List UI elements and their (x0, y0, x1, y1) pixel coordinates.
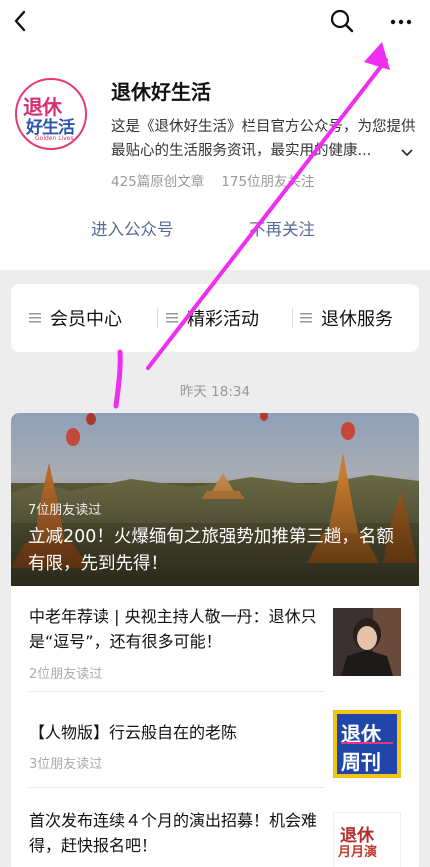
enter-account-button[interactable]: 进入公众号 (91, 216, 174, 240)
account-avatar[interactable]: 退休 好生活 Golden Lives (15, 78, 87, 150)
articles-count: 425篇原创文章 (111, 174, 205, 190)
menu-item-retire-service[interactable]: 退休服务 (300, 304, 393, 332)
host-photo (333, 608, 401, 676)
menu-item-member-center[interactable]: 会员中心 (29, 304, 122, 332)
article-title: 中老年荐读 | 央视主持人敬一丹：退休只是“逗号”，还有很多可能！ (29, 607, 317, 651)
article-thumbnail: 退休 月月演 (333, 812, 401, 867)
account-profile-page: 退休 好生活 Golden Lives 退休好生活 这是《退休好生活》栏目官方公… (0, 0, 430, 867)
menu-item-activities[interactable]: 精彩活动 (166, 304, 259, 332)
menu-item-label: 退休服务 (321, 309, 393, 330)
account-intro[interactable]: 这是《退休好生活》栏目官方公众号，为您提供最贴心的生活服务资讯，最实用的健康..… (111, 115, 416, 163)
article-readers: 3位朋友读过 (29, 757, 103, 772)
top-nav-bar (0, 0, 430, 44)
account-name: 退休好生活 (111, 80, 211, 104)
article-title: 【人物版】行云般自在的老陈 (29, 723, 238, 742)
article-thumbnail (333, 608, 401, 676)
article-item[interactable]: 中老年荐读 | 央视主持人敬一丹：退休只是“逗号”，还有很多可能！ 2位朋友读过 (11, 586, 419, 691)
account-actions: 进入公众号 不再关注 (0, 216, 430, 246)
search-icon[interactable] (329, 8, 355, 34)
hero-readers: 7位朋友读过 (28, 503, 102, 518)
avatar-text-en: Golden Lives (35, 135, 74, 142)
article-feed-card: 7位朋友读过 立减200！火爆缅甸之旅强势加推第三趟，名额有限，先到先得！ 中老… (11, 413, 419, 867)
back-icon[interactable] (8, 6, 36, 36)
thumb-text-sub: 周刊 (341, 750, 381, 774)
article-title: 首次发布连续４个月的演出招募！机会难得，赶快报名吧！ (29, 811, 318, 855)
menu-item-label: 精彩活动 (187, 309, 259, 330)
hero-article[interactable]: 7位朋友读过 立减200！火爆缅甸之旅强势加推第三趟，名额有限，先到先得！ (11, 413, 419, 586)
menu-list-icon (166, 313, 178, 323)
more-icon[interactable] (386, 6, 416, 36)
thumb-stripe (341, 742, 393, 744)
account-intro-text: 这是《退休好生活》栏目官方公众号，为您提供最贴心的生活服务资讯，最实用的健康..… (111, 119, 416, 159)
account-stats: 425篇原创文章 175位朋友关注 (111, 170, 315, 190)
menu-list-icon (300, 313, 312, 323)
article-item[interactable]: 【人物版】行云般自在的老陈 3位朋友读过 退休 周刊 (11, 692, 419, 787)
menu-divider (157, 308, 158, 328)
account-profile: 退休 好生活 Golden Lives 退休好生活 这是《退休好生活》栏目官方公… (0, 44, 430, 270)
menu-divider (292, 308, 293, 328)
article-thumbnail: 退休 周刊 (333, 710, 401, 778)
hero-title: 立减200！火爆缅甸之旅强势加推第三趟，名额有限，先到先得！ (28, 527, 394, 574)
article-readers: 2位朋友读过 (29, 667, 103, 682)
followers-count: 175位朋友关注 (221, 174, 315, 190)
thumb-text-sub: 月月演 (338, 845, 378, 860)
article-item[interactable]: 首次发布连续４个月的演出招募！机会难得，赶快报名吧！ 退休 月月演 (11, 788, 419, 867)
menu-list-icon (29, 313, 41, 323)
menu-item-label: 会员中心 (50, 309, 122, 330)
unfollow-button[interactable]: 不再关注 (249, 216, 315, 240)
chevron-down-icon[interactable] (400, 147, 414, 159)
account-menu: 会员中心 精彩活动 退休服务 (11, 284, 419, 352)
message-timestamp: 昨天 18:34 (179, 384, 251, 400)
